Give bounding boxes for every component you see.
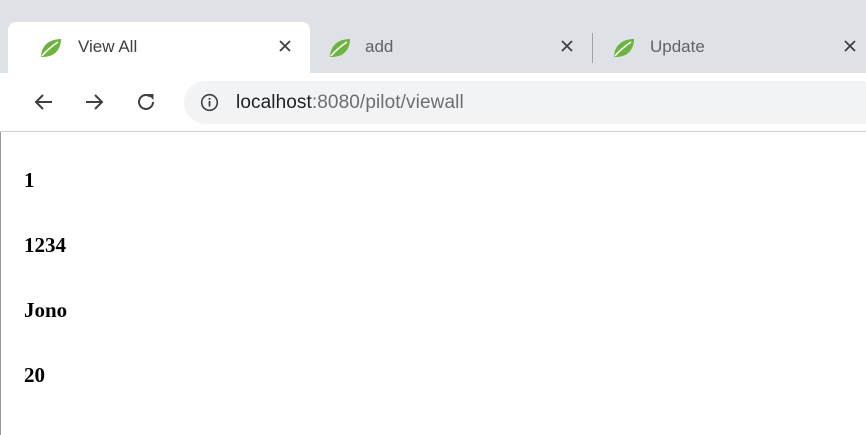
tab-separator xyxy=(592,33,593,63)
record-value: Jono xyxy=(24,298,68,322)
url-text[interactable]: localhost:8080/pilot/viewall xyxy=(236,92,464,114)
spring-leaf-icon xyxy=(41,39,61,57)
browser-window: View All add Update localhost:8080/pilot… xyxy=(0,0,866,435)
spring-leaf-icon xyxy=(614,39,634,57)
tab-strip: View All add Update xyxy=(0,0,866,73)
close-icon[interactable] xyxy=(554,33,580,59)
arrow-right-icon[interactable] xyxy=(79,87,109,117)
address-bar[interactable]: localhost:8080/pilot/viewall xyxy=(184,81,866,124)
page-content: 1 1234 Jono 20 xyxy=(0,132,866,435)
url-host: localhost xyxy=(236,92,312,113)
browser-toolbar: localhost:8080/pilot/viewall xyxy=(0,73,866,132)
tab-title: View All xyxy=(78,37,138,56)
record-value: 1 xyxy=(24,168,35,192)
arrow-left-icon[interactable] xyxy=(29,87,59,117)
url-path: :8080/pilot/viewall xyxy=(311,92,464,113)
close-icon[interactable] xyxy=(837,33,863,59)
info-icon[interactable] xyxy=(200,93,219,112)
spring-leaf-icon xyxy=(330,39,350,57)
tab-add[interactable]: add xyxy=(310,22,592,73)
tab-update[interactable]: Update xyxy=(594,22,866,73)
tab-title: Update xyxy=(650,37,705,56)
record-value: 20 xyxy=(24,363,45,387)
tab-view-all[interactable]: View All xyxy=(8,22,310,73)
record-value: 1234 xyxy=(24,233,66,257)
tab-title: add xyxy=(365,37,394,56)
reload-icon[interactable] xyxy=(131,87,161,117)
close-icon[interactable] xyxy=(272,33,298,59)
